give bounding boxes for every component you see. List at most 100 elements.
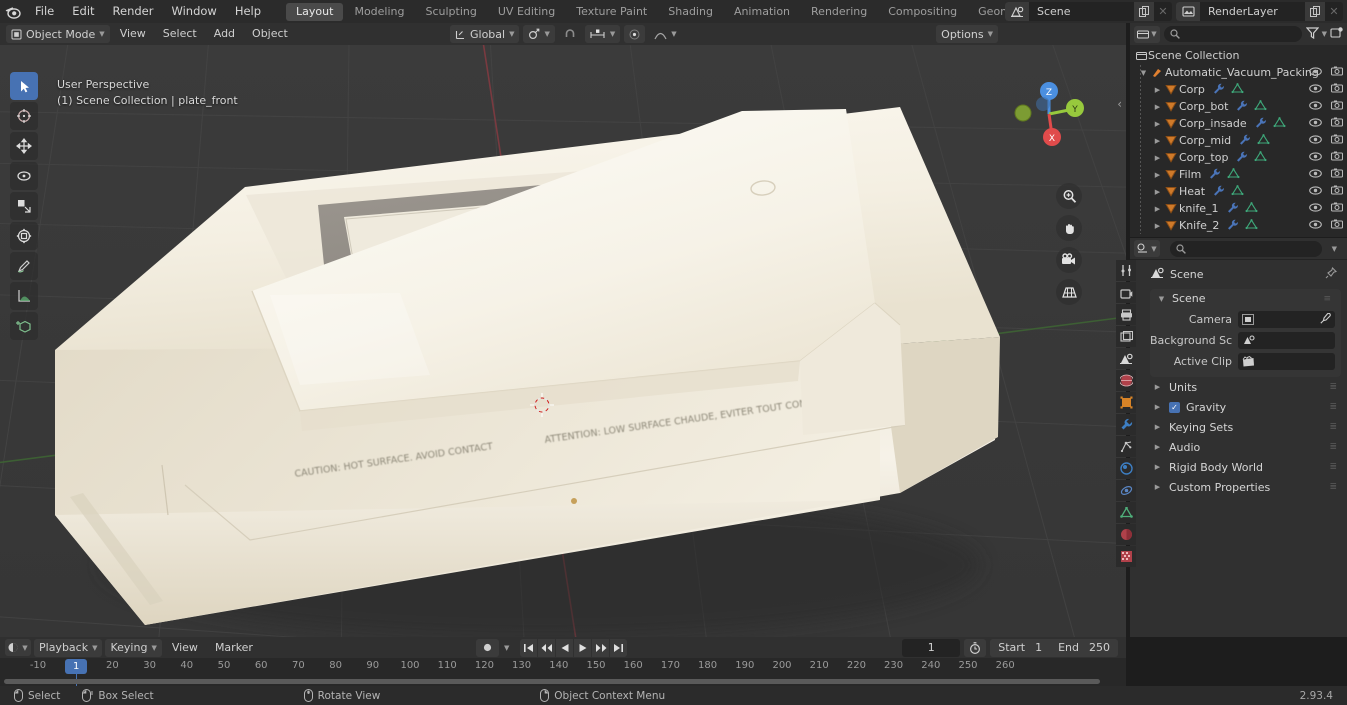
keying-menu[interactable]: Keying ▼ (105, 638, 162, 657)
eye-icon[interactable] (1309, 100, 1322, 113)
tab-modeling[interactable]: Modeling (344, 3, 414, 21)
viewport-menu-object[interactable]: Object (245, 25, 295, 43)
pin-icon[interactable] (1325, 266, 1341, 282)
physics-tab[interactable] (1116, 458, 1136, 479)
outliner-object-row[interactable]: ▶ Corp_insade (1130, 115, 1347, 132)
viewport-menu-select[interactable]: Select (156, 25, 204, 43)
snap-magnet-toggle[interactable] (559, 25, 581, 43)
playback-menu[interactable]: Playback ▼ (34, 638, 103, 657)
viewlayer-tab[interactable] (1116, 326, 1136, 347)
sidebar-toggle-arrow[interactable]: ‹ (1117, 97, 1122, 111)
disclosure-triangle-icon[interactable]: ▶ (1152, 463, 1163, 471)
disclosure-triangle-icon[interactable]: ▶ (1152, 383, 1163, 391)
data-tab[interactable] (1116, 502, 1136, 523)
transform-orientation-selector[interactable]: Global ▼ (450, 25, 520, 43)
properties-search-input[interactable] (1170, 240, 1322, 257)
property-panel-header[interactable]: ▶ Keying Sets ≣ (1150, 417, 1341, 437)
outliner-search-input[interactable] (1164, 26, 1302, 42)
panel-checkbox[interactable]: ✓ (1169, 401, 1180, 413)
new-viewlayer-button[interactable] (1305, 2, 1325, 21)
mesh-data-icon[interactable] (1254, 99, 1267, 114)
outliner-scene-collection-row[interactable]: Scene Collection (1130, 47, 1347, 64)
auto-keying-toggle[interactable] (476, 638, 499, 657)
modifier-tab[interactable] (1116, 414, 1136, 435)
new-scene-button[interactable] (1134, 2, 1154, 21)
tab-shading[interactable]: Shading (658, 3, 723, 21)
pan-hand-icon[interactable] (1056, 215, 1082, 241)
tab-animation[interactable]: Animation (724, 3, 800, 21)
remove-viewlayer-button[interactable]: ✕ (1325, 2, 1343, 21)
annotate-tool[interactable] (10, 252, 38, 280)
disclosure-triangle-icon[interactable]: ▶ (1152, 86, 1163, 94)
timeline-marker-menu[interactable]: Marker (208, 639, 260, 657)
editor-type-icon[interactable]: ▼ (1134, 25, 1160, 43)
snap-target-button[interactable]: ▼ (523, 25, 555, 43)
frame-end-field[interactable]: End 250 (1050, 638, 1118, 657)
outliner-object-row[interactable]: ▶ Corp_mid (1130, 132, 1347, 149)
eye-icon[interactable] (1309, 219, 1322, 232)
menu-render[interactable]: Render (104, 0, 163, 23)
eye-icon[interactable] (1309, 66, 1322, 79)
tab-uv-editing[interactable]: UV Editing (488, 3, 565, 21)
modifier-icon[interactable] (1213, 185, 1225, 199)
mesh-data-icon[interactable] (1245, 218, 1258, 233)
modifier-icon[interactable] (1227, 202, 1239, 216)
perspective-ortho-icon[interactable] (1056, 279, 1082, 305)
tool-tab[interactable] (1116, 260, 1136, 281)
current-frame-field[interactable]: 1 (902, 638, 961, 657)
measure-tool[interactable] (10, 282, 38, 310)
properties-editor-type-icon[interactable]: ▼ (1134, 240, 1160, 257)
modifier-icon[interactable] (1209, 168, 1221, 182)
property-panel-header[interactable]: ▶ ✓ Gravity ≣ (1150, 397, 1341, 417)
eyedropper-icon[interactable] (1320, 312, 1331, 327)
eye-icon[interactable] (1309, 202, 1322, 215)
mesh-data-icon[interactable] (1231, 184, 1244, 199)
rotate-tool[interactable] (10, 162, 38, 190)
modifier-icon[interactable] (1213, 83, 1225, 97)
jump-start-icon[interactable] (520, 638, 538, 657)
next-keyframe-icon[interactable] (592, 638, 610, 657)
disclosure-triangle-icon[interactable]: ▶ (1152, 483, 1163, 491)
constraints-tab[interactable] (1116, 480, 1136, 501)
disclosure-triangle-icon[interactable]: ▶ (1152, 154, 1163, 162)
disclosure-triangle-icon[interactable]: ▼ (1156, 295, 1167, 303)
zoom-icon[interactable] (1056, 183, 1082, 209)
world-tab[interactable] (1116, 370, 1136, 391)
viewlayer-name[interactable]: RenderLayer (1200, 2, 1305, 21)
timeline-scrollbar[interactable] (0, 678, 1110, 685)
tab-layout[interactable]: Layout (286, 2, 344, 21)
timeline-ruler[interactable]: -101020304050607080901001101201301401501… (0, 658, 1126, 687)
auto-keying-options-dropdown[interactable]: ▼ (501, 644, 512, 652)
disclosure-triangle-icon[interactable]: ▶ (1152, 205, 1163, 213)
outliner-object-row[interactable]: ▶ Film (1130, 166, 1347, 183)
mesh-data-icon[interactable] (1257, 133, 1270, 148)
timeline-view-menu[interactable]: View (165, 639, 205, 657)
properties-options-dropdown[interactable]: ▼ (1332, 245, 1343, 253)
modifier-icon[interactable] (1255, 117, 1267, 131)
mesh-data-icon[interactable] (1273, 116, 1286, 131)
camera-icon[interactable] (1330, 151, 1344, 164)
disclosure-triangle-icon[interactable]: ▶ (1152, 103, 1163, 111)
menu-window[interactable]: Window (162, 0, 225, 23)
outliner-object-row[interactable]: ▶ Knife_2 (1130, 217, 1347, 234)
property-panel-header[interactable]: ▶ Rigid Body World ≣ (1150, 457, 1341, 477)
property-panel-header[interactable]: ▶ Custom Properties ≣ (1150, 477, 1341, 497)
outliner-object-row[interactable]: ▶ Corp_bot (1130, 98, 1347, 115)
property-panel-header[interactable]: ▶ Audio ≣ (1150, 437, 1341, 457)
outliner-object-row[interactable]: ▶ knife_1 (1130, 200, 1347, 217)
render-tab[interactable] (1116, 282, 1136, 303)
camera-icon[interactable] (1330, 117, 1344, 130)
camera-field[interactable] (1238, 311, 1335, 328)
camera-icon[interactable] (1330, 202, 1344, 215)
eye-icon[interactable] (1309, 83, 1322, 96)
camera-icon[interactable] (1330, 219, 1344, 232)
timeline-playhead[interactable]: 1 (65, 659, 88, 674)
eye-icon[interactable] (1309, 185, 1322, 198)
material-tab[interactable] (1116, 524, 1136, 545)
unlink-scene-button[interactable]: ✕ (1154, 2, 1172, 21)
tab-rendering[interactable]: Rendering (801, 3, 877, 21)
mesh-data-icon[interactable] (1231, 82, 1244, 97)
frame-start-field[interactable]: Start 1 (990, 638, 1051, 657)
interaction-mode-selector[interactable]: Object Mode ▼ (6, 25, 110, 43)
camera-icon[interactable] (1056, 247, 1082, 273)
